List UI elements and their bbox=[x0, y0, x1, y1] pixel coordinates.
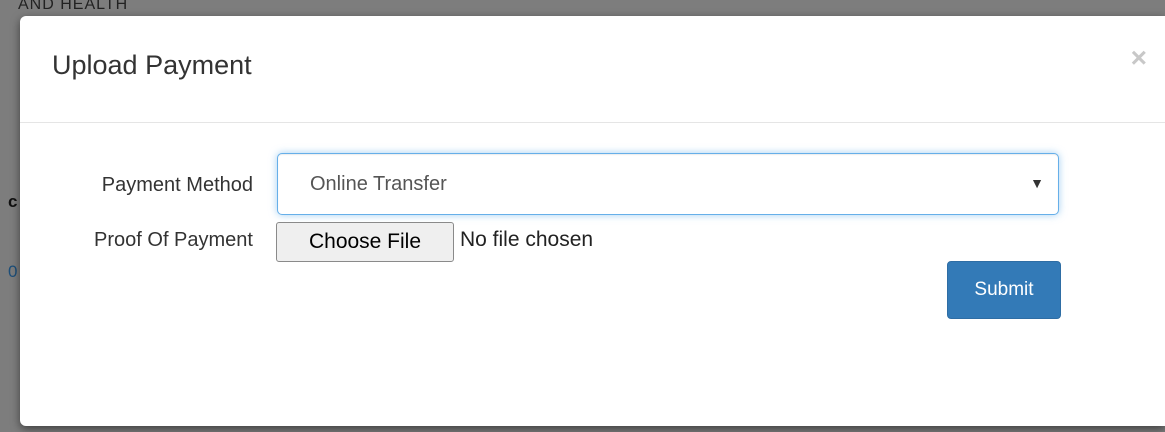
submit-button[interactable]: Submit bbox=[947, 261, 1061, 319]
close-icon[interactable]: × bbox=[1131, 44, 1147, 72]
background-link-fragment: 0 bbox=[8, 262, 18, 281]
background-page-title: AND HEALTH bbox=[18, 0, 129, 13]
modal-header: Upload Payment × bbox=[20, 16, 1165, 123]
choose-file-button[interactable]: Choose File bbox=[276, 222, 454, 262]
upload-payment-modal: Upload Payment × Payment Method Online T… bbox=[20, 16, 1165, 426]
payment-method-selected-value: Online Transfer bbox=[310, 173, 447, 195]
file-status-text: No file chosen bbox=[460, 228, 594, 251]
proof-of-payment-label: Proof Of Payment bbox=[94, 229, 253, 251]
payment-method-label: Payment Method bbox=[101, 174, 253, 196]
chevron-down-icon: ▼ bbox=[1030, 175, 1044, 191]
background-text-fragment: c bbox=[8, 192, 18, 211]
modal-title: Upload Payment bbox=[52, 50, 252, 80]
payment-method-select[interactable]: Online Transfer ▼ bbox=[277, 153, 1059, 215]
